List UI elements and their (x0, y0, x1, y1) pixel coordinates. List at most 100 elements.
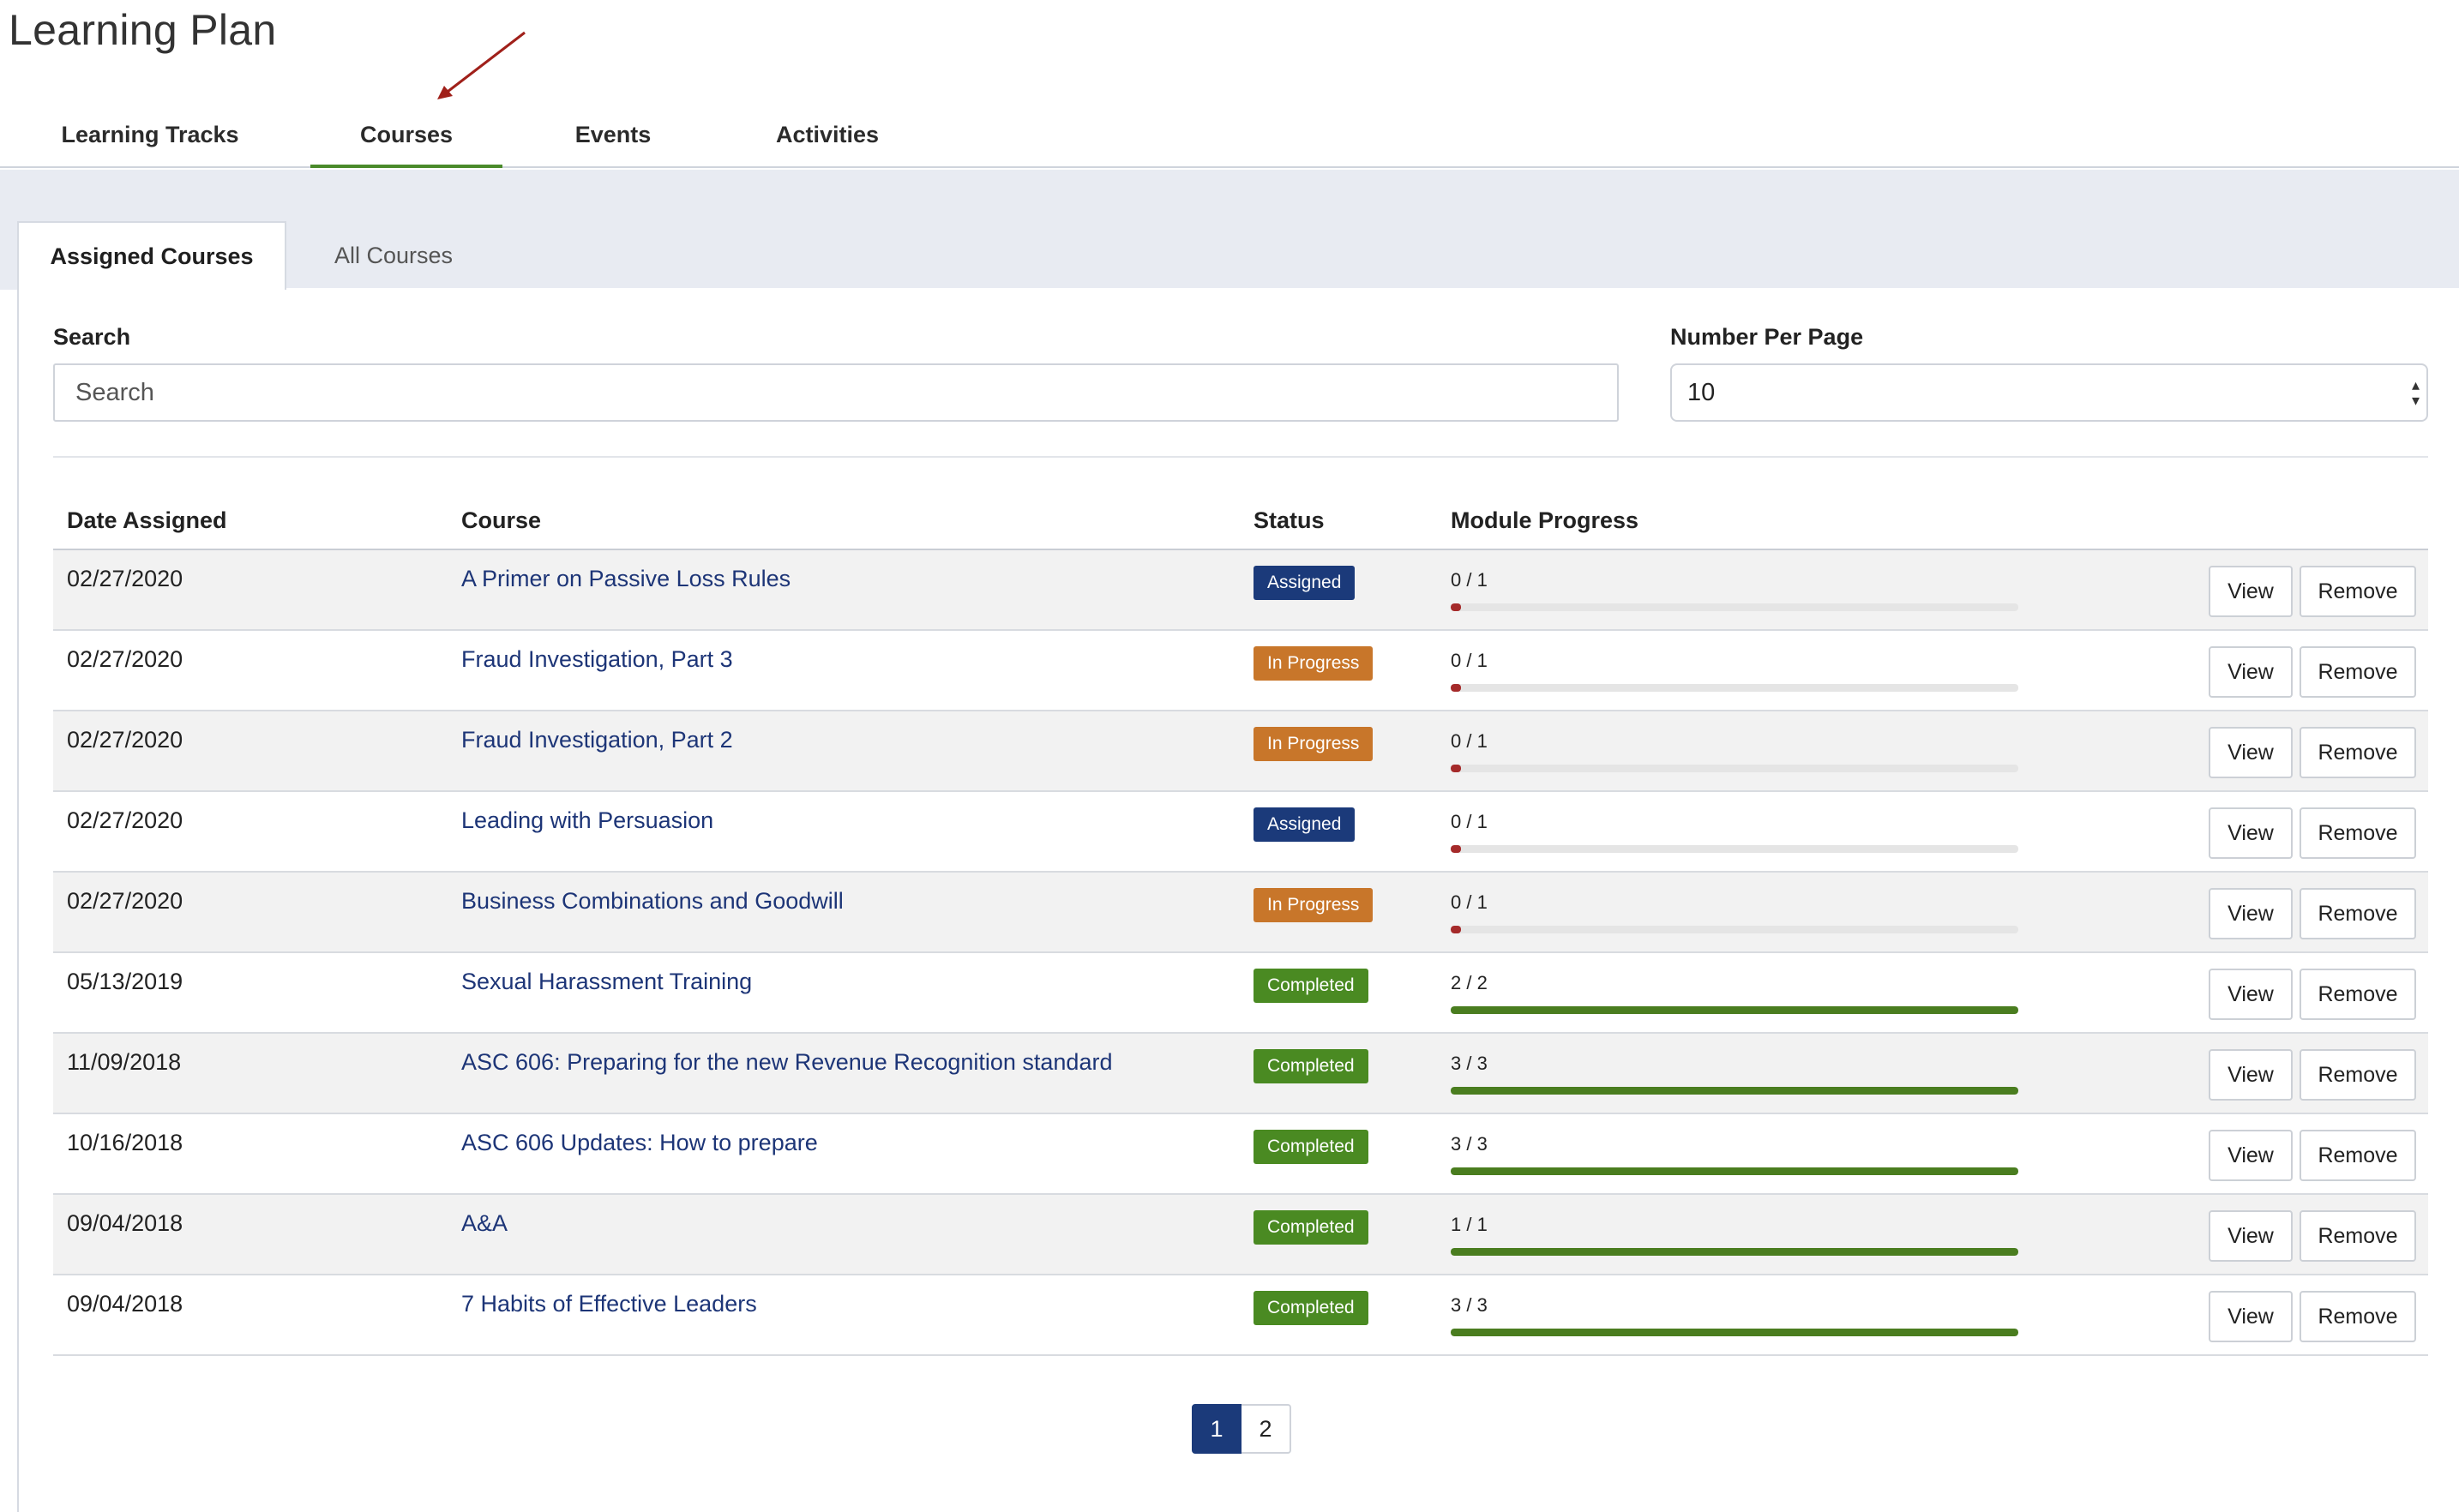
per-page-value: 10 (1687, 378, 1716, 406)
view-button[interactable]: View (2209, 1291, 2293, 1342)
tab-learning-tracks[interactable]: Learning Tracks (34, 110, 266, 168)
per-page-label: Number Per Page (1670, 324, 1864, 350)
view-button[interactable]: View (2209, 566, 2293, 617)
table-row: 05/13/2019 Sexual Harassment Training Comp… (53, 953, 2428, 1034)
view-button[interactable]: View (2209, 727, 2293, 778)
progress-bar-fill (1451, 1006, 2018, 1014)
remove-button[interactable]: Remove (2300, 566, 2416, 617)
progress-bar-fill (1451, 684, 1461, 692)
course-link[interactable]: A&A (461, 1210, 508, 1237)
progress-count: 0 / 1 (1451, 891, 1488, 913)
course-link[interactable]: ASC 606 Updates: How to prepare (461, 1130, 818, 1156)
progress-bar-fill (1451, 765, 1461, 772)
remove-button[interactable]: Remove (2300, 646, 2416, 698)
remove-button[interactable]: Remove (2300, 1210, 2416, 1262)
progress-count: 2 / 2 (1451, 972, 1488, 993)
status-badge: Completed (1254, 1049, 1368, 1083)
status-badge: Completed (1254, 1130, 1368, 1164)
status-badge: In Progress (1254, 727, 1374, 761)
remove-button[interactable]: Remove (2300, 888, 2416, 939)
course-link[interactable]: Leading with Persuasion (461, 807, 713, 834)
date-assigned: 09/04/2018 (67, 1210, 183, 1236)
date-assigned: 02/27/2020 (67, 727, 183, 753)
progress-count: 0 / 1 (1451, 730, 1488, 752)
table-row: 09/04/2018 7 Habits of Effective Leaders C… (53, 1275, 2428, 1356)
table-row: 02/27/2020 Business Combinations and Good… (53, 873, 2428, 953)
tab-assigned-courses[interactable]: Assigned Courses (17, 221, 286, 290)
progress-bar (1451, 926, 2018, 933)
date-assigned: 02/27/2020 (67, 566, 183, 591)
view-button[interactable]: View (2209, 1049, 2293, 1101)
progress-count: 3 / 3 (1451, 1053, 1488, 1074)
date-assigned: 10/16/2018 (67, 1130, 183, 1155)
progress-count: 0 / 1 (1451, 811, 1488, 832)
table-row: 02/27/2020 Fraud Investigation, Part 2 In … (53, 711, 2428, 792)
progress-count: 3 / 3 (1451, 1133, 1488, 1155)
remove-button[interactable]: Remove (2300, 1130, 2416, 1181)
per-page-select[interactable]: 10 ▴ ▾ (1670, 363, 2428, 422)
progress-bar-fill (1451, 1329, 2018, 1336)
tab-events[interactable]: Events (532, 110, 694, 168)
progress-bar (1451, 1087, 2018, 1095)
view-button[interactable]: View (2209, 646, 2293, 698)
tab-all-courses[interactable]: All Courses (286, 221, 501, 290)
date-assigned: 09/04/2018 (67, 1291, 183, 1317)
page-1-button[interactable]: 1 (1192, 1404, 1242, 1454)
date-assigned: 11/09/2018 (67, 1049, 182, 1075)
progress-bar-fill (1451, 603, 1461, 611)
course-link[interactable]: Fraud Investigation, Part 3 (461, 646, 733, 673)
progress-bar (1451, 1006, 2018, 1014)
table-row: 09/04/2018 A&A Completed 1 / 1 View Remove (53, 1195, 2428, 1275)
red-arrow-icon (437, 31, 526, 99)
pagination: 1 2 (1192, 1404, 1291, 1454)
view-button[interactable]: View (2209, 969, 2293, 1020)
progress-bar-fill (1451, 1087, 2018, 1095)
progress-bar (1451, 684, 2018, 692)
status-badge: Assigned (1254, 807, 1356, 842)
header-module-progress: Module Progress (1451, 507, 1639, 533)
remove-button[interactable]: Remove (2300, 727, 2416, 778)
table-row: 02/27/2020 Leading with Persuasion Assigne… (53, 792, 2428, 873)
tab-activities[interactable]: Activities (737, 110, 917, 168)
course-link[interactable]: Business Combinations and Goodwill (461, 888, 844, 915)
progress-bar (1451, 603, 2018, 611)
course-link[interactable]: Sexual Harassment Training (461, 969, 752, 995)
header-date-assigned: Date Assigned (67, 507, 227, 533)
header-course: Course (461, 507, 542, 533)
course-link[interactable]: A Primer on Passive Loss Rules (461, 566, 791, 592)
page-title: Learning Plan (9, 6, 277, 54)
remove-button[interactable]: Remove (2300, 1049, 2416, 1101)
table-row: 02/27/2020 A Primer on Passive Loss Rules… (53, 550, 2428, 631)
date-assigned: 02/27/2020 (67, 646, 183, 672)
view-button[interactable]: View (2209, 1210, 2293, 1262)
table-row: 10/16/2018 ASC 606 Updates: How to prepar… (53, 1114, 2428, 1195)
page-2-button[interactable]: 2 (1242, 1404, 1291, 1454)
divider (53, 456, 2428, 458)
progress-count: 3 / 3 (1451, 1294, 1488, 1316)
search-input[interactable] (53, 363, 1619, 422)
progress-bar-fill (1451, 1248, 2018, 1256)
view-button[interactable]: View (2209, 888, 2293, 939)
progress-bar-fill (1451, 926, 1461, 933)
table-row: 11/09/2018 ASC 606: Preparing for the new… (53, 1034, 2428, 1114)
table-body: 02/27/2020 A Primer on Passive Loss Rules… (53, 550, 2428, 1356)
status-badge: In Progress (1254, 646, 1374, 681)
search-label: Search (53, 324, 131, 350)
view-button[interactable]: View (2209, 1130, 2293, 1181)
view-button[interactable]: View (2209, 807, 2293, 859)
course-link[interactable]: Fraud Investigation, Part 2 (461, 727, 733, 753)
course-link[interactable]: 7 Habits of Effective Leaders (461, 1291, 757, 1317)
status-badge: Completed (1254, 1210, 1368, 1245)
table-row: 02/27/2020 Fraud Investigation, Part 3 In … (53, 631, 2428, 711)
progress-bar (1451, 845, 2018, 853)
remove-button[interactable]: Remove (2300, 1291, 2416, 1342)
date-assigned: 02/27/2020 (67, 888, 183, 914)
date-assigned: 05/13/2019 (67, 969, 183, 994)
tab-courses[interactable]: Courses (310, 110, 502, 168)
remove-button[interactable]: Remove (2300, 969, 2416, 1020)
status-badge: Assigned (1254, 566, 1356, 600)
progress-bar-fill (1451, 845, 1461, 853)
remove-button[interactable]: Remove (2300, 807, 2416, 859)
course-link[interactable]: ASC 606: Preparing for the new Revenue R… (461, 1049, 1112, 1076)
status-badge: In Progress (1254, 888, 1374, 922)
